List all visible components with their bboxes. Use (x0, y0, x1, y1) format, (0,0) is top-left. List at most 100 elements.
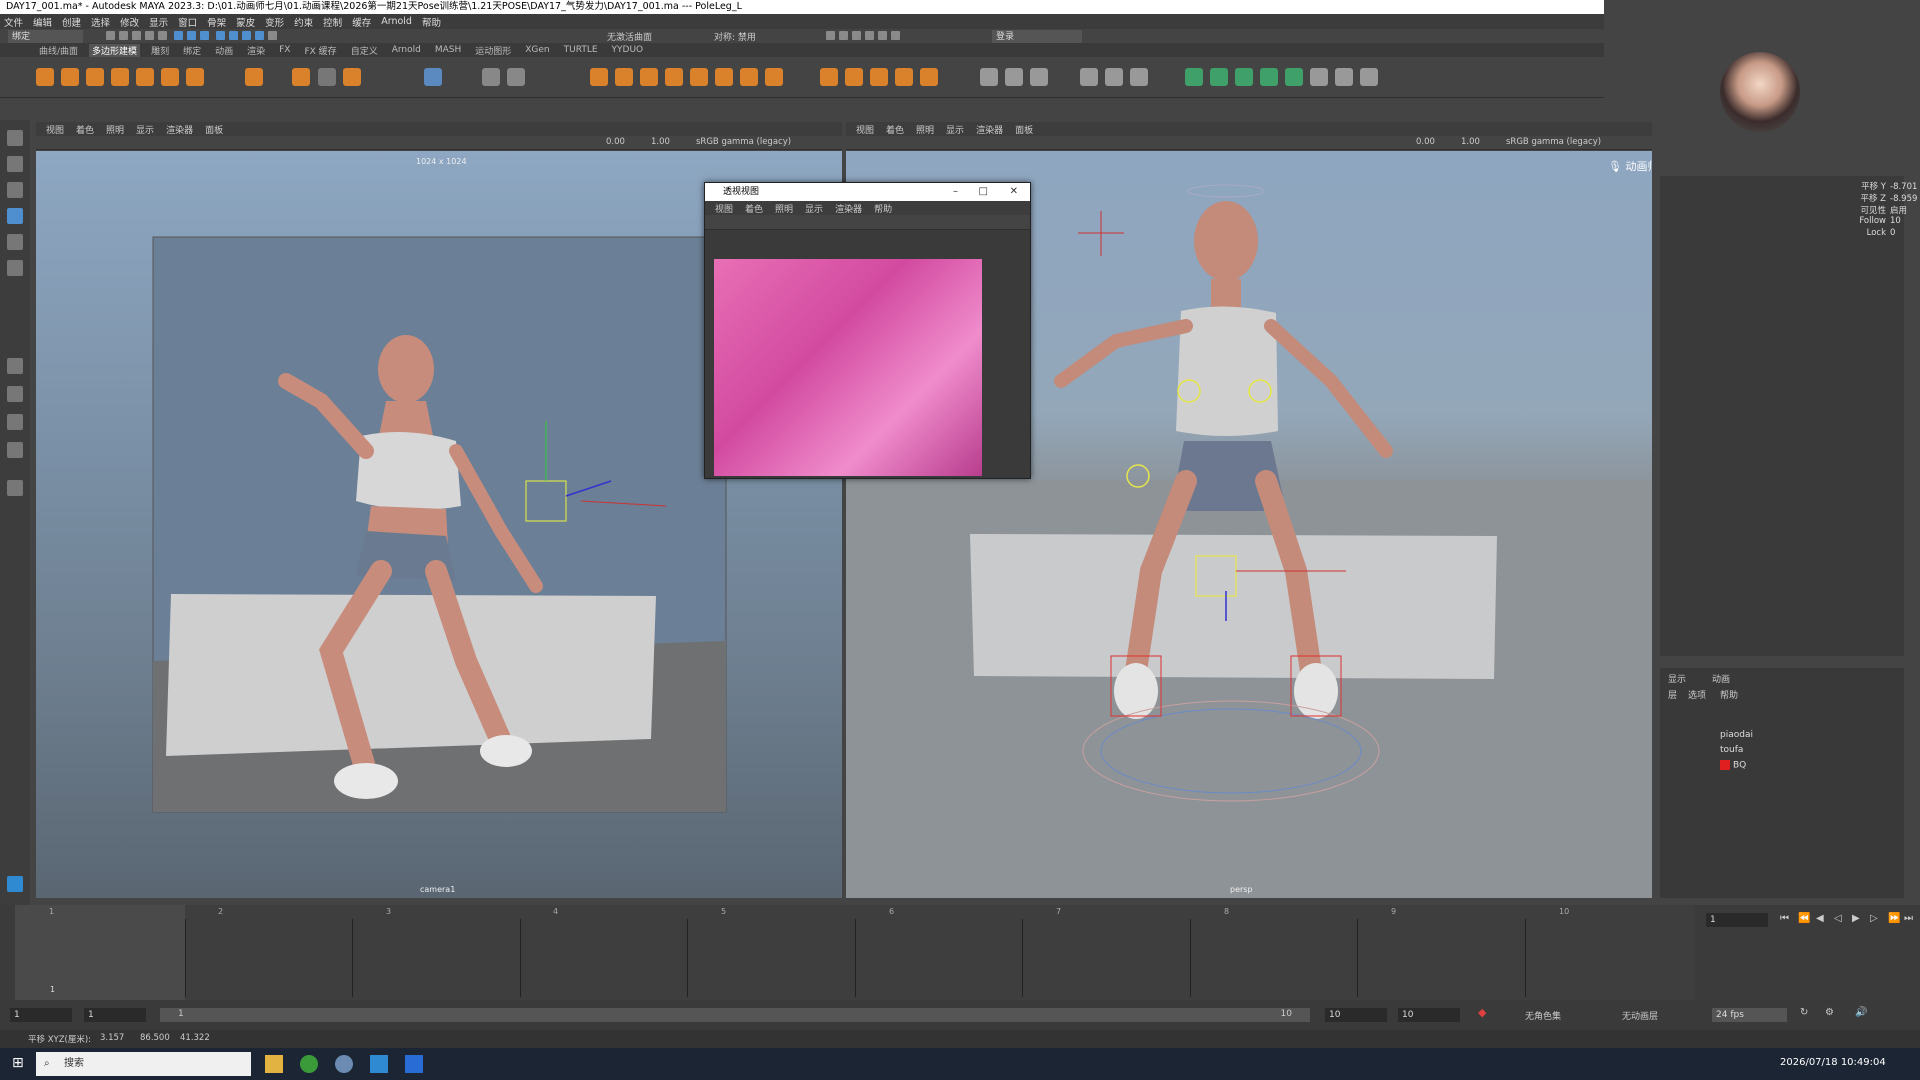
four-view-layout-icon[interactable] (7, 386, 23, 402)
grab-tool-icon[interactable] (1030, 68, 1048, 86)
menu-item-create[interactable]: 创建 (62, 15, 81, 29)
render-settings-icon[interactable] (865, 31, 874, 40)
vp-right-menu-panels[interactable]: 面板 (1015, 123, 1033, 136)
vp-right-exposure[interactable]: 0.00 (1416, 137, 1435, 147)
uv-editor-icon[interactable] (424, 68, 442, 86)
channel-row[interactable]: 平移 Z -8.959 (1840, 192, 1920, 204)
smooth-icon[interactable] (845, 68, 863, 86)
svg-tool-icon[interactable] (343, 68, 361, 86)
menu-item-file[interactable]: 文件 (4, 15, 23, 29)
append-polygon-icon[interactable] (665, 68, 683, 86)
shelf-tab-fx-caching[interactable]: FX 缓存 (301, 44, 339, 57)
layer-row[interactable]: BQ (1720, 760, 1746, 771)
snap-view-icon[interactable] (255, 31, 265, 40)
menu-item-select[interactable]: 选择 (91, 15, 110, 29)
shelf-tab-fx[interactable]: FX (276, 45, 293, 55)
vp-left-menu-show[interactable]: 显示 (136, 123, 154, 136)
symmetry-dropdown[interactable]: 对称: 禁用 (714, 30, 756, 43)
shelf-tab-xgen[interactable]: XGen (522, 45, 552, 55)
shelf-tab-arnold[interactable]: Arnold (389, 45, 424, 55)
menu-item-skeleton[interactable]: 骨架 (207, 15, 226, 29)
outliner-layout-icon[interactable] (7, 442, 23, 458)
extrude-icon[interactable] (590, 68, 608, 86)
vp-left-color-space[interactable]: sRGB gamma (legacy) (696, 137, 791, 147)
snap-grid-icon[interactable] (216, 31, 226, 40)
layer-tab-animation[interactable]: 动画 (1712, 672, 1730, 685)
playback-end-field[interactable]: 10 (1325, 1008, 1387, 1022)
poly-plane-icon[interactable] (161, 68, 179, 86)
layer-tab-display[interactable]: 显示 (1668, 672, 1686, 685)
type-tool-icon[interactable] (318, 68, 336, 86)
redo-icon[interactable] (158, 31, 167, 40)
loop-icon[interactable]: ↻ (1800, 1007, 1808, 1018)
auto-key-icon[interactable]: ◆ (1478, 1006, 1486, 1019)
anim-start-field[interactable]: 1 (10, 1008, 72, 1022)
select-object-icon[interactable] (187, 31, 197, 40)
uv-cut-icon[interactable] (1335, 68, 1353, 86)
chrome-icon[interactable] (300, 1055, 318, 1073)
channel-row[interactable]: Lock 0 (1840, 228, 1920, 238)
uv-sew-icon[interactable] (1360, 68, 1378, 86)
vp-right-menu-lighting[interactable]: 照明 (916, 123, 934, 136)
scale-tool-icon[interactable] (7, 260, 23, 276)
shelf-tab-poly-modeling[interactable]: 多边形建模 (89, 43, 141, 57)
sound-icon[interactable]: 🔊 (1855, 1007, 1867, 1018)
uv-automatic-icon[interactable] (1260, 68, 1278, 86)
paint-select-icon[interactable] (1080, 68, 1098, 86)
step-forward-key-icon[interactable]: ⏩ (1888, 913, 1900, 924)
menu-item-constrain[interactable]: 约束 (294, 15, 313, 29)
render-frame-icon[interactable] (826, 31, 835, 40)
shelf-tab-mash[interactable]: MASH (432, 45, 464, 55)
play-backward-icon[interactable]: ◁ (1834, 913, 1842, 924)
layer-menu-options[interactable]: 选项 (1688, 688, 1706, 701)
two-view-layout-icon[interactable] (7, 414, 23, 430)
multi-cut-icon[interactable] (715, 68, 733, 86)
shelf-tab-rigging[interactable]: 绑定 (180, 44, 204, 57)
layer-color-swatch[interactable] (1720, 760, 1730, 770)
move-tool-icon[interactable] (7, 208, 23, 224)
uv-snapshot-icon[interactable] (1310, 68, 1328, 86)
menu-item-modify[interactable]: 修改 (120, 15, 139, 29)
maya-taskbar-icon[interactable] (370, 1055, 388, 1073)
channel-row[interactable]: 平移 Y -8.701 (1840, 180, 1920, 192)
lock-icon[interactable] (268, 31, 278, 40)
vp-left-menu-lighting[interactable]: 照明 (106, 123, 124, 136)
persp-menu-help[interactable]: 帮助 (874, 202, 892, 215)
anim-end-field[interactable]: 10 (1398, 1008, 1460, 1022)
save-scene-icon[interactable] (132, 31, 141, 40)
insert-edge-loop-icon[interactable] (765, 68, 783, 86)
system-clock[interactable]: 2026/07/18 10:49:04 (1780, 1057, 1886, 1068)
search-icon[interactable] (7, 480, 23, 496)
target-weld-icon[interactable] (740, 68, 758, 86)
menu-item-control[interactable]: 控制 (323, 15, 342, 29)
ipr-render-icon[interactable] (852, 31, 861, 40)
menu-item-cache[interactable]: 缓存 (352, 15, 371, 29)
layer-row[interactable]: toufa (1720, 745, 1743, 755)
select-tool-icon[interactable] (7, 130, 23, 146)
menu-item-windows[interactable]: 窗口 (178, 15, 197, 29)
vp-left-gamma-value[interactable]: 1.00 (651, 137, 670, 147)
lasso-tool-icon[interactable] (7, 156, 23, 172)
vp-right-menu-shading[interactable]: 着色 (886, 123, 904, 136)
menu-item-help[interactable]: 帮助 (422, 15, 441, 29)
snap-point-icon[interactable] (242, 31, 252, 40)
shelf-tab-sculpting[interactable]: 雕刻 (148, 44, 172, 57)
vp-left-menu-view[interactable]: 视图 (46, 123, 64, 136)
fps-dropdown[interactable]: 24 fps (1712, 1008, 1787, 1022)
undo-icon[interactable] (145, 31, 154, 40)
persp-window-titlebar[interactable]: 透视视图 – □ ✕ (705, 183, 1030, 201)
persp-menu-show[interactable]: 显示 (805, 202, 823, 215)
preferences-icon[interactable]: ⚙ (1825, 1007, 1834, 1018)
shelf-tab-curves[interactable]: 曲线/曲面 (36, 44, 81, 57)
bevel-icon[interactable] (615, 68, 633, 86)
menu-item-arnold[interactable]: Arnold (381, 16, 412, 27)
playback-start-field[interactable]: 1 (84, 1008, 146, 1022)
persp-view-window[interactable]: 透视视图 – □ ✕ 视图 着色 照明 显示 渲染器 帮助 (704, 182, 1031, 479)
poly-cone-icon[interactable] (111, 68, 129, 86)
channel-row[interactable]: 可见性 启用 (1840, 204, 1920, 216)
poly-cylinder-icon[interactable] (86, 68, 104, 86)
taskbar-search-box[interactable]: ⌕ 搜索 (36, 1052, 251, 1076)
uv-camera-icon[interactable] (1285, 68, 1303, 86)
anim-layer-dropdown[interactable]: 无动画层 (1622, 1009, 1658, 1022)
shelf-tab-custom[interactable]: 自定义 (348, 44, 381, 57)
